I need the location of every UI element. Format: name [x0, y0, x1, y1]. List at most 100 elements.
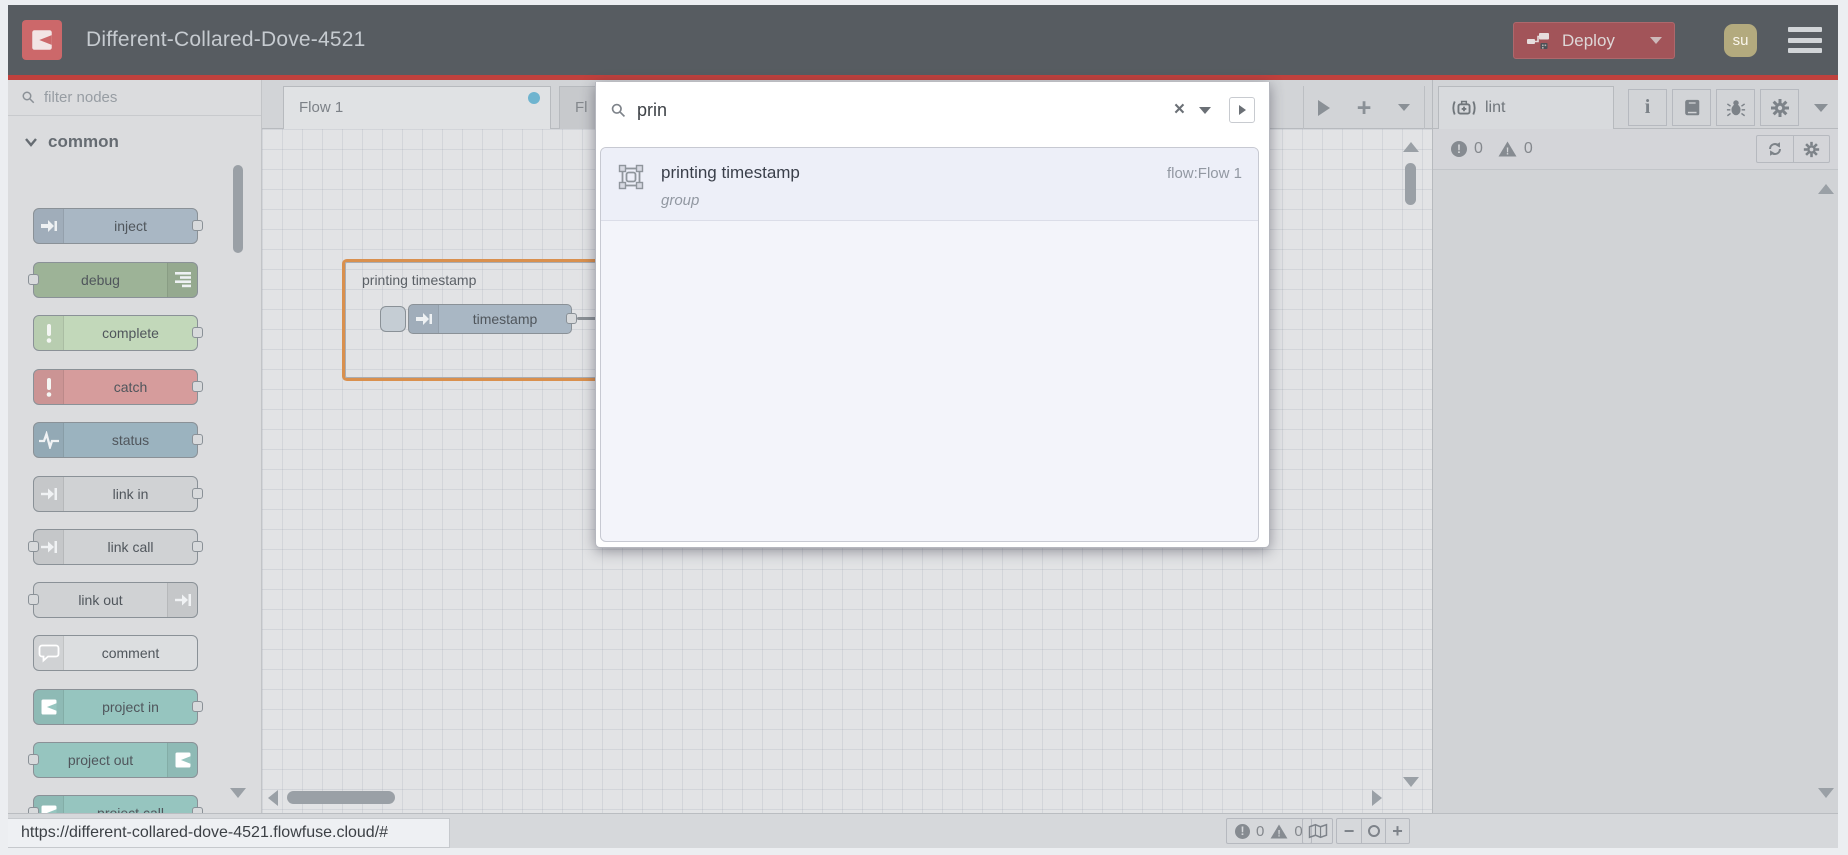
clear-search-icon[interactable]: ×: [1174, 99, 1185, 121]
node-input-port: [28, 754, 39, 765]
sidebar-scroll-up-icon[interactable]: [1818, 184, 1834, 194]
sidebar-tab-lint[interactable]: lint: [1438, 86, 1614, 129]
search-input[interactable]: prin ×: [596, 82, 1269, 138]
node-output-port: [192, 434, 203, 445]
project-logo-icon: [34, 690, 64, 724]
browser-status-url: https://different-collared-dove-4521.flo…: [8, 818, 450, 848]
node-red-editor: Different-Collared-Dove-4521 Deploy su f…: [8, 5, 1838, 848]
palette-node-status[interactable]: status: [33, 422, 203, 458]
palette-filter-placeholder: filter nodes: [44, 89, 118, 106]
palette-node-label: project call: [97, 805, 164, 813]
lint-settings-button[interactable]: [1793, 136, 1829, 162]
sidebar-help-button[interactable]: [1672, 89, 1711, 126]
palette-node-catch[interactable]: catch: [33, 369, 203, 405]
palette-node-inject[interactable]: inject: [33, 208, 203, 244]
sidebar-debug-button[interactable]: [1716, 89, 1755, 126]
palette-node-label: project out: [67, 752, 134, 768]
palette-node-label: project in: [102, 699, 159, 715]
search-icon: [22, 91, 35, 104]
main-menu-button[interactable]: [1788, 27, 1822, 53]
lint-refresh-button[interactable]: [1757, 136, 1793, 162]
exclamation-icon: [34, 370, 64, 404]
sidebar-scroll-down-icon[interactable]: [1818, 788, 1834, 798]
node-output-port: [192, 701, 203, 712]
zoom-out-button[interactable]: −: [1337, 819, 1361, 843]
palette-filter-input[interactable]: filter nodes: [8, 80, 261, 116]
node-output-port: [192, 488, 203, 499]
inject-arrow-icon: [409, 305, 439, 333]
palette-node-link-out[interactable]: link out: [28, 582, 198, 618]
sidebar-config-button[interactable]: [1760, 89, 1799, 126]
node-output-port[interactable]: [566, 313, 577, 324]
gear-icon: [1770, 98, 1789, 117]
exclamation-icon: [34, 316, 64, 350]
pulse-icon: [34, 423, 64, 457]
tab-flow-2-label: Fl: [575, 99, 588, 116]
map-icon: [1308, 823, 1327, 839]
node-output-port: [192, 541, 203, 552]
lint-warning-count: 0: [1523, 140, 1533, 157]
deploy-options-caret-icon[interactable]: [1650, 37, 1662, 44]
palette-node-link-in[interactable]: link in: [33, 476, 203, 512]
group-label: printing timestamp: [362, 272, 477, 288]
bug-icon: [1726, 99, 1745, 116]
search-expand-button[interactable]: [1229, 97, 1255, 123]
zoom-reset-button[interactable]: [1361, 819, 1385, 843]
canvas-scroll-right-icon[interactable]: [1372, 790, 1382, 806]
unsaved-changes-dot: [528, 92, 540, 104]
canvas-scroll-down-icon[interactable]: [1403, 777, 1419, 787]
navigator-toggle-button[interactable]: [1302, 818, 1333, 844]
palette-node-project-call[interactable]: project call: [28, 795, 203, 813]
result-type: group: [661, 192, 700, 209]
palette-category-common[interactable]: common: [8, 120, 261, 164]
result-location: flow:Flow 1: [1166, 165, 1242, 182]
canvas-hscrollbar-thumb[interactable]: [287, 791, 395, 804]
lint-toolbar: ! 0 ! 0: [1433, 129, 1838, 170]
inject-node-button[interactable]: [380, 306, 406, 332]
tab-flow-1[interactable]: Flow 1: [283, 86, 551, 129]
palette-node-label: inject: [114, 218, 147, 234]
palette-scroll-down-icon[interactable]: [230, 788, 246, 798]
flow-list-caret-icon[interactable]: [1398, 104, 1411, 111]
palette-scrollbar-thumb[interactable]: [233, 165, 243, 253]
search-options-caret-icon[interactable]: [1199, 106, 1211, 114]
svg-text:!: !: [1278, 828, 1281, 838]
lint-medkit-icon: [1452, 100, 1476, 115]
user-avatar[interactable]: su: [1724, 24, 1757, 57]
instance-title: Different-Collared-Dove-4521: [86, 28, 366, 51]
deploy-button[interactable]: Deploy: [1513, 22, 1675, 59]
zoom-in-button[interactable]: +: [1385, 819, 1409, 843]
chevron-down-icon: [25, 138, 37, 147]
info-icon: i: [1644, 96, 1651, 118]
project-logo-icon: [167, 743, 197, 777]
sidebar-menu-caret-icon[interactable]: [1814, 104, 1828, 112]
play-icon: [1238, 105, 1246, 115]
error-count-icon: !: [1235, 823, 1250, 839]
sidebar-info-button[interactable]: i: [1628, 89, 1667, 126]
palette-node-project-in[interactable]: project in: [33, 689, 203, 725]
palette-node-comment[interactable]: comment: [33, 635, 198, 671]
search-dialog: prin × printing timestamp group flow:Flo…: [595, 82, 1270, 548]
node-label: timestamp: [472, 311, 538, 327]
footer-issue-counts[interactable]: ! 0 ! 0: [1226, 818, 1312, 844]
tab-scroll-right-icon[interactable]: [1317, 99, 1330, 116]
palette-node-link-call[interactable]: link call: [28, 529, 203, 565]
canvas-scroll-up-icon[interactable]: [1403, 142, 1419, 152]
canvas-scroll-left-icon[interactable]: [268, 790, 278, 806]
inject-node-timestamp[interactable]: timestamp: [408, 304, 577, 334]
lint-buttons: [1756, 135, 1830, 163]
palette-node-debug[interactable]: debug: [28, 262, 198, 298]
debug-lines-icon: [167, 263, 197, 297]
search-result-row[interactable]: printing timestamp group flow:Flow 1: [601, 148, 1258, 221]
tabbar-tools: +: [1303, 86, 1425, 129]
add-flow-button[interactable]: +: [1357, 95, 1372, 120]
palette-node-complete[interactable]: complete: [33, 315, 203, 351]
flowfuse-logo-icon[interactable]: [22, 20, 62, 60]
palette-node-label: link call: [107, 539, 154, 555]
palette-node-project-out[interactable]: project out: [28, 742, 198, 778]
header: Different-Collared-Dove-4521 Deploy su: [8, 5, 1838, 75]
svg-text:!: !: [1506, 147, 1509, 158]
result-title: printing timestamp: [661, 163, 800, 182]
footer-error-count: 0: [1256, 822, 1265, 840]
canvas-vscrollbar-thumb[interactable]: [1405, 163, 1416, 205]
